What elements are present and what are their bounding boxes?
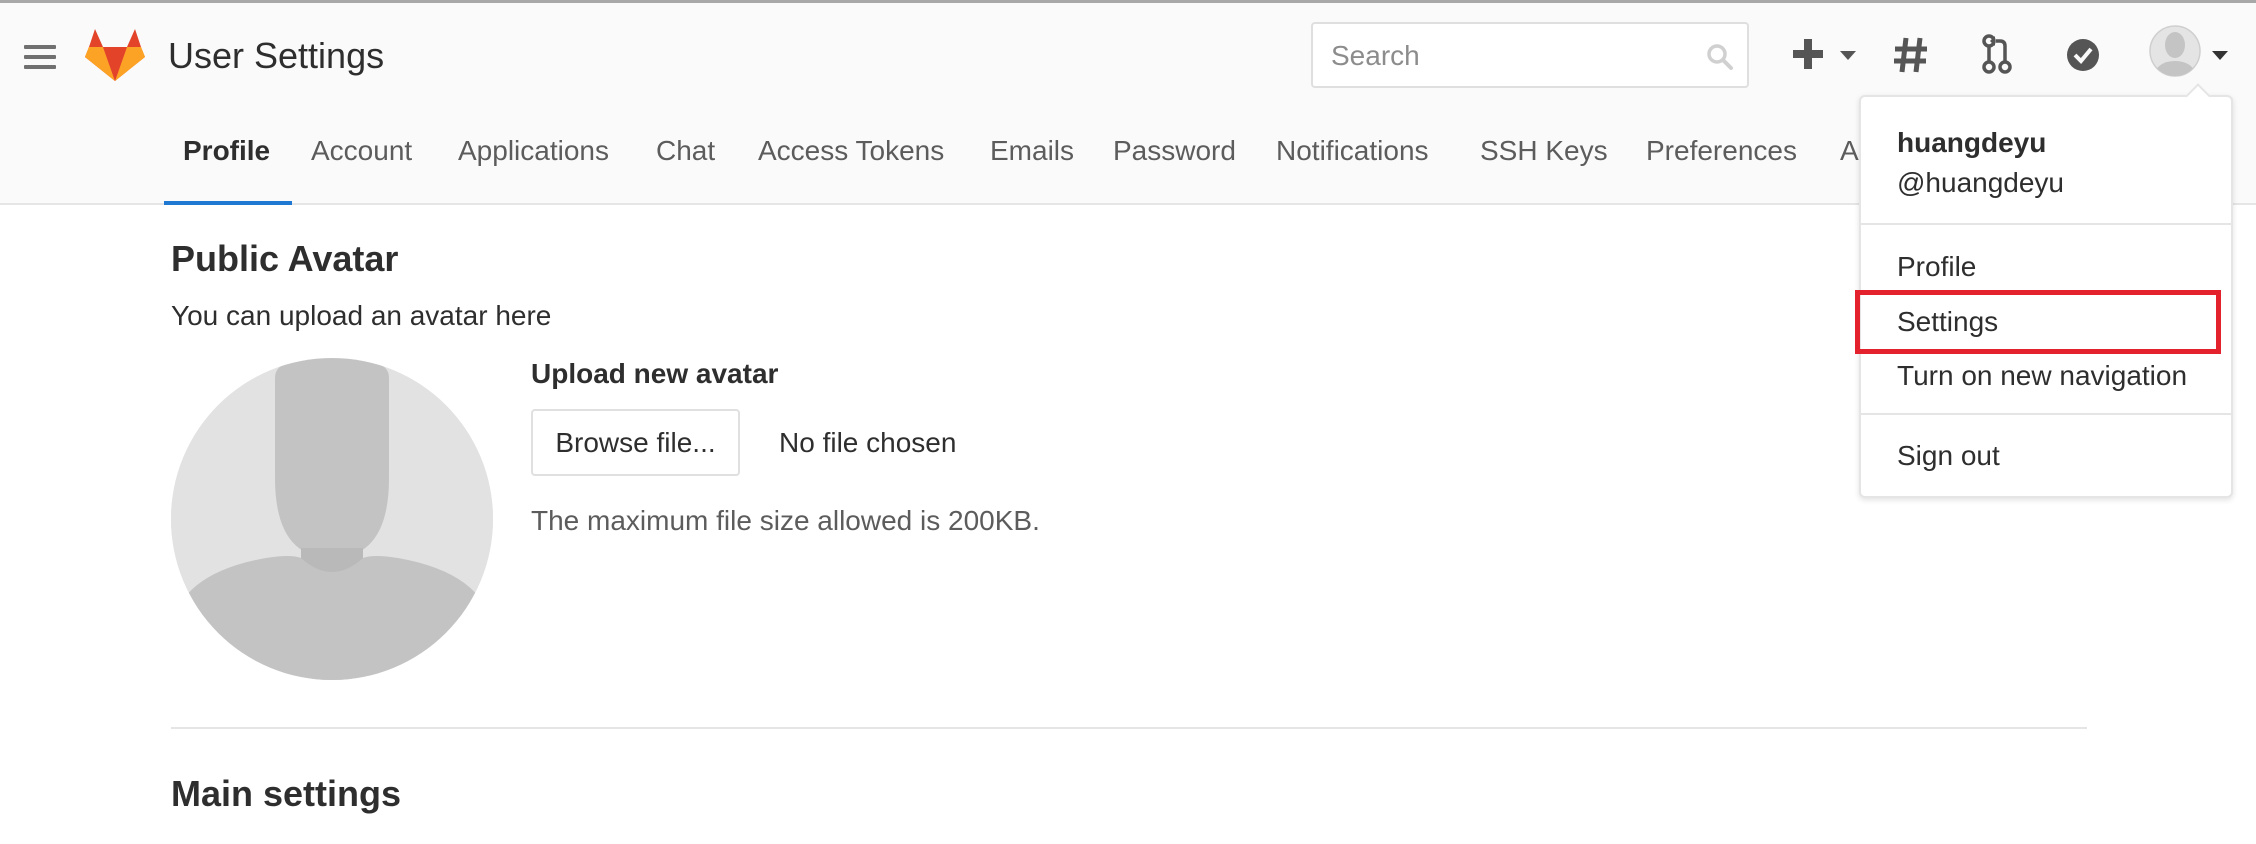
- default-avatar-silhouette: [171, 358, 493, 680]
- page-title: User Settings: [168, 35, 385, 76]
- section-divider: [171, 727, 2087, 729]
- chevron-down-icon[interactable]: [1840, 51, 1856, 61]
- avatar[interactable]: [2149, 25, 2201, 77]
- tab-applications[interactable]: Applications: [458, 95, 609, 203]
- menu-item-new-navigation[interactable]: Turn on new navigation: [1897, 360, 2187, 392]
- file-size-note: The maximum file size allowed is 200KB.: [531, 505, 1040, 536]
- tab-emails[interactable]: Emails: [990, 95, 1074, 203]
- browse-file-button[interactable]: Browse file...: [531, 409, 740, 476]
- search-input[interactable]: [1329, 36, 1693, 76]
- search-box[interactable]: [1311, 22, 1749, 88]
- tab-access-tokens[interactable]: Access Tokens: [758, 95, 944, 203]
- merge-request-icon[interactable]: [1982, 34, 2012, 74]
- avatar-preview: [171, 358, 493, 680]
- hash-icon[interactable]: [1893, 36, 1929, 74]
- public-avatar-heading: Public Avatar: [171, 238, 399, 279]
- tab-notifications[interactable]: Notifications: [1276, 95, 1429, 203]
- todo-check-icon[interactable]: [2066, 38, 2100, 72]
- menu-item-sign-out[interactable]: Sign out: [1897, 440, 2000, 472]
- dropdown-handle: @huangdeyu: [1897, 167, 2065, 198]
- main-settings-heading: Main settings: [171, 773, 402, 814]
- caret-down-icon[interactable]: [2212, 51, 2228, 61]
- file-status: No file chosen: [779, 427, 957, 458]
- avatar-description: You can upload an avatar here: [171, 300, 552, 331]
- search-icon: [1707, 44, 1733, 70]
- tab-truncated[interactable]: A: [1840, 95, 1859, 203]
- tab-preferences[interactable]: Preferences: [1646, 95, 1797, 203]
- dropdown-divider: [1861, 413, 2231, 415]
- dropdown-username: huangdeyu: [1897, 127, 2047, 158]
- menu-icon[interactable]: [24, 43, 56, 71]
- settings-highlight-box: [1855, 290, 2221, 354]
- menu-item-profile[interactable]: Profile: [1897, 251, 1976, 283]
- tab-chat[interactable]: Chat: [656, 95, 715, 203]
- gitlab-logo[interactable]: [85, 27, 145, 83]
- tab-ssh-keys[interactable]: SSH Keys: [1480, 95, 1608, 203]
- tab-account[interactable]: Account: [311, 95, 412, 203]
- upload-label: Upload new avatar: [531, 358, 779, 389]
- plus-icon[interactable]: [1791, 37, 1825, 71]
- tab-profile[interactable]: Profile: [183, 95, 270, 203]
- dropdown-divider: [1861, 223, 2231, 225]
- tab-password[interactable]: Password: [1113, 95, 1236, 203]
